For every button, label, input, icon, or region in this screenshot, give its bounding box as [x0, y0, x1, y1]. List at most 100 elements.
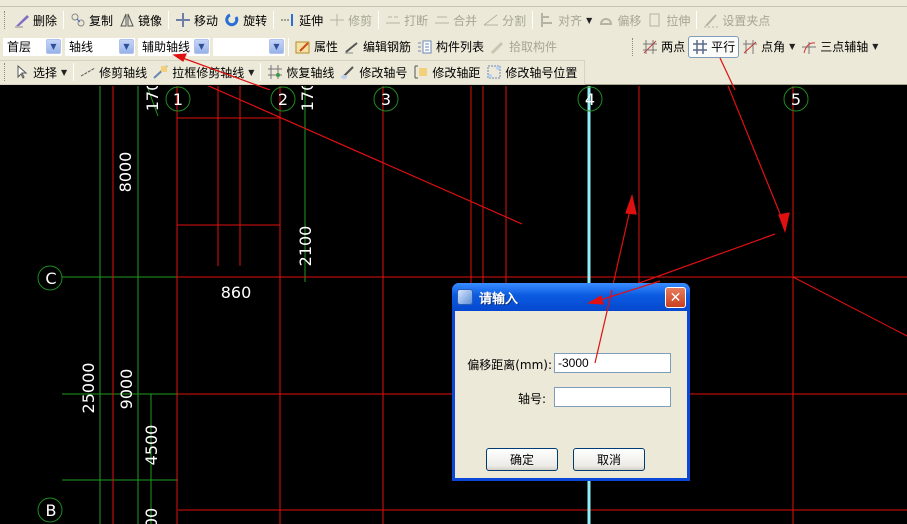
copy-button[interactable]: 复制 — [67, 9, 116, 31]
two-point-icon — [642, 39, 658, 55]
axis-toolbar: 选择 ▼ 修剪轴线 拉框修剪轴线 ▼ 恢复轴线 修改轴号 修改轴距 修改轴号位置 — [0, 59, 907, 85]
edit-axis-number-icon — [340, 64, 356, 80]
split-button[interactable]: 分割 — [480, 9, 529, 31]
restore-axis-button[interactable]: 恢复轴线 — [264, 61, 337, 83]
chevron-down-icon[interactable]: ▼ — [194, 39, 209, 54]
copy-icon — [70, 12, 86, 28]
edit-rebar-button[interactable]: 编辑钢筋 — [341, 36, 414, 58]
dialog-titlebar[interactable]: 请输入 ✕ — [452, 283, 690, 311]
parallel-axis-button[interactable]: 平行 — [688, 35, 740, 58]
floor-select[interactable]: 首层 ▼ — [3, 37, 62, 56]
dim-2100: 2100 — [296, 226, 315, 267]
dim-9000: 9000 — [117, 369, 136, 410]
edit-axis-spacing-button[interactable]: 修改轴距 — [410, 61, 483, 83]
chevron-down-icon[interactable]: ▼ — [269, 39, 284, 54]
separator — [288, 37, 289, 56]
point-angle-axis-button[interactable]: 点角 ▼ — [739, 36, 798, 58]
dialog-title: 请输入 — [479, 291, 519, 307]
component-list-button[interactable]: 构件列表 — [414, 36, 487, 58]
component-subtype-select[interactable]: 辅助轴线 ▼ — [138, 37, 210, 56]
break-icon — [385, 12, 401, 28]
three-point-axis-button[interactable]: 三点辅轴 ▼ — [798, 36, 881, 58]
separator — [696, 11, 698, 29]
axis-label-2: 2 — [278, 90, 288, 109]
offset-button[interactable]: 偏移 — [595, 9, 644, 31]
axis-label-1: 1 — [173, 90, 183, 109]
delete-button[interactable]: 删除 — [11, 9, 60, 31]
toolbar-grip[interactable] — [4, 63, 7, 81]
offset-distance-input[interactable] — [554, 353, 671, 373]
axis-number-input[interactable] — [554, 387, 671, 407]
edit-axis-number-button[interactable]: 修改轴号 — [337, 61, 410, 83]
axis-number-label: 轴号: — [517, 392, 546, 406]
rotate-button[interactable]: 旋转 — [221, 9, 270, 31]
eraser-icon — [14, 12, 30, 28]
two-point-axis-button[interactable]: 两点 — [639, 36, 688, 58]
edit-axis-label-position-icon — [486, 64, 502, 80]
stretch-button[interactable]: 拉伸 — [644, 9, 693, 31]
trim-axis-button[interactable]: 修剪轴线 — [77, 61, 150, 83]
properties-button[interactable]: 属性 — [292, 36, 341, 58]
offset-icon — [598, 12, 614, 28]
set-grip-point-button[interactable]: 设置夹点 — [700, 9, 773, 31]
pick-component-button[interactable]: 拾取构件 — [487, 36, 560, 58]
parallel-icon — [692, 39, 708, 55]
separator — [73, 63, 75, 81]
component-list-icon — [417, 39, 433, 55]
move-button[interactable]: 移动 — [172, 9, 221, 31]
separator — [63, 11, 65, 29]
ok-button[interactable]: 确定 — [486, 448, 558, 471]
align-icon — [539, 12, 555, 28]
move-icon — [175, 12, 191, 28]
mirror-icon — [119, 12, 135, 28]
dim-25000: 25000 — [79, 363, 98, 414]
cancel-button[interactable]: 取消 — [573, 448, 645, 471]
axis-label-3: 3 — [381, 90, 391, 109]
chevron-down-icon[interactable]: ▼ — [61, 68, 67, 77]
axis-label-4: 4 — [585, 90, 595, 109]
select-button[interactable]: 选择 ▼ — [11, 61, 70, 83]
component-name-select[interactable]: ▼ — [213, 37, 285, 56]
chevron-down-icon: ▼ — [586, 15, 593, 25]
toolbar-grip[interactable] — [4, 11, 7, 29]
break-button[interactable]: 打断 — [382, 9, 431, 31]
dim-170-left: 170 — [143, 86, 162, 111]
offset-distance-label: 偏移距离(mm): — [467, 358, 552, 372]
pick-component-icon — [490, 39, 506, 55]
edit-toolbar: 删除 复制 镜像 移动 旋转 延伸 修剪 打断 合并 分割 对齐 ▼ 偏移 拉伸 … — [0, 7, 907, 33]
edit-axis-label-position-button[interactable]: 修改轴号位置 — [483, 61, 580, 83]
trim-icon — [329, 12, 345, 28]
toolbar-grip[interactable] — [632, 37, 635, 56]
chevron-down-icon[interactable]: ▼ — [872, 42, 878, 51]
separator — [168, 11, 170, 29]
box-trim-axis-button[interactable]: 拉框修剪轴线 ▼ — [150, 61, 257, 83]
window-top-strip — [0, 0, 907, 7]
dim-860: 860 — [221, 283, 252, 302]
align-button[interactable]: 对齐 ▼ — [536, 9, 595, 31]
trim-axis-icon — [80, 64, 96, 80]
chevron-down-icon[interactable]: ▼ — [119, 39, 134, 54]
chevron-down-icon[interactable]: ▼ — [46, 39, 61, 54]
dim-8000: 8000 — [116, 152, 135, 193]
extend-button[interactable]: 延伸 — [277, 9, 326, 31]
rotate-icon — [224, 12, 240, 28]
axis-label-5: 5 — [791, 90, 801, 109]
cursor-icon — [14, 64, 30, 80]
box-trim-axis-icon — [153, 64, 169, 80]
trim-button[interactable]: 修剪 — [326, 9, 375, 31]
separator — [260, 63, 262, 81]
restore-axis-icon — [267, 64, 283, 80]
chevron-down-icon[interactable]: ▼ — [248, 68, 254, 77]
component-type-select[interactable]: 轴线 ▼ — [65, 37, 135, 56]
chevron-down-icon[interactable]: ▼ — [789, 42, 795, 51]
mirror-button[interactable]: 镜像 — [116, 9, 165, 31]
axis-label-c: C — [45, 269, 56, 288]
extend-icon — [280, 12, 296, 28]
dim-4500: 4500 — [142, 425, 161, 466]
edit-rebar-icon — [344, 39, 360, 55]
input-dialog: 请输入 ✕ 偏移距离(mm): 轴号: 确定 取消 — [452, 283, 690, 481]
close-button[interactable]: ✕ — [665, 287, 686, 308]
dimension-texts: 170 170 8000 2100 860 25000 9000 4500 00 — [79, 86, 317, 524]
dimension-lines — [62, 86, 306, 524]
merge-button[interactable]: 合并 — [431, 9, 480, 31]
